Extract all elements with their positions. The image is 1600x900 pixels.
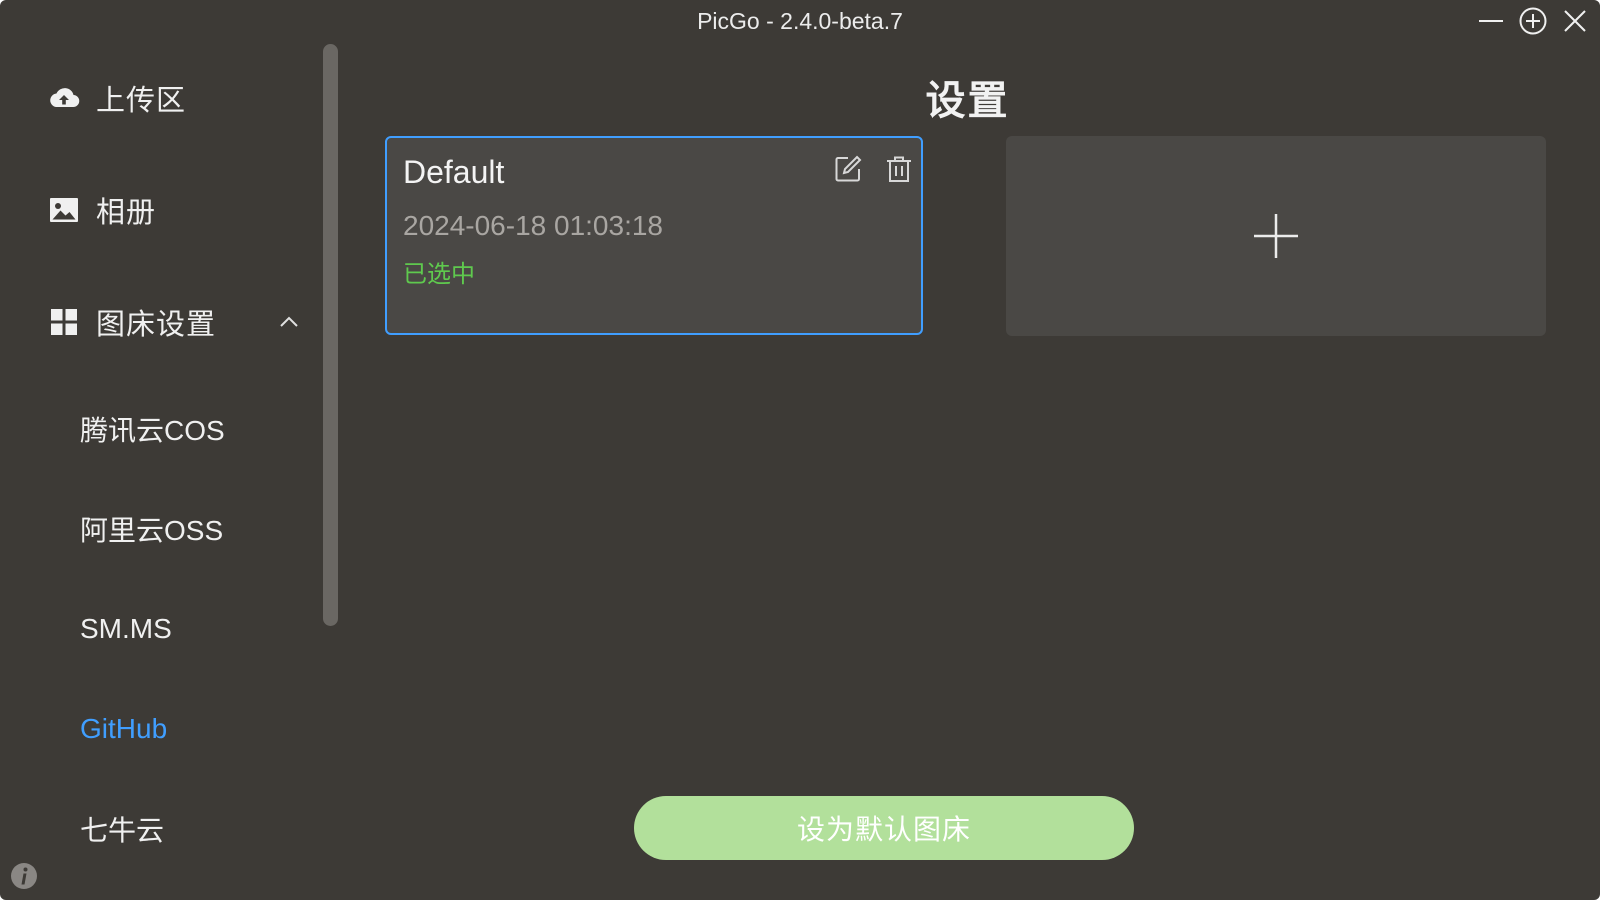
sidebar-subitem-aliyun-oss[interactable]: 阿里云OSS xyxy=(80,509,223,549)
maximize-button[interactable] xyxy=(1518,6,1548,36)
sidebar-scrollbar[interactable] xyxy=(323,44,338,626)
minimize-icon xyxy=(1479,20,1503,22)
sidebar-subitem-github[interactable]: GitHub xyxy=(80,709,167,749)
sidebar-subitem-tencent-cos[interactable]: 腾讯云COS xyxy=(80,409,225,449)
trash-icon xyxy=(887,156,911,182)
delete-button[interactable] xyxy=(884,154,914,184)
edit-icon xyxy=(835,155,862,182)
image-icon xyxy=(48,194,80,226)
title-bar: PicGo - 2.4.0-beta.7 xyxy=(0,0,1600,42)
sidebar-item-picbed-settings[interactable]: 图床设置 xyxy=(48,302,216,342)
edit-button[interactable] xyxy=(833,154,863,184)
info-icon[interactable] xyxy=(9,861,39,891)
sidebar-item-label: 相册 xyxy=(96,197,157,229)
minimize-button[interactable] xyxy=(1476,6,1506,36)
config-date: 2024-06-18 01:03:18 xyxy=(403,210,663,241)
sidebar-subitem-smms[interactable]: SM.MS xyxy=(80,609,172,649)
add-config-button[interactable] xyxy=(1006,136,1546,336)
page-title: 设置 xyxy=(925,79,1010,123)
config-name: Default xyxy=(403,154,505,190)
sidebar-item-label: 图床设置 xyxy=(96,309,217,341)
plus-icon xyxy=(1254,214,1298,258)
window-title: PicGo - 2.4.0-beta.7 xyxy=(697,8,903,34)
config-card-default[interactable]: Default 2024-06-18 01:03:18 已选中 xyxy=(385,136,923,335)
grid-icon xyxy=(48,306,80,338)
status-badge: 已选中 xyxy=(403,261,475,288)
set-default-picbed-button[interactable]: 设为默认图床 xyxy=(634,796,1134,860)
sidebar-subitem-qiniu[interactable]: 七牛云 xyxy=(80,809,164,849)
plus-circle-icon xyxy=(1519,7,1547,35)
close-button[interactable] xyxy=(1560,6,1590,36)
sidebar-item-album[interactable]: 相册 xyxy=(48,190,156,230)
app-window: PicGo - 2.4.0-beta.7 上传区 相册 图床设置 腾讯云COS … xyxy=(0,0,1600,900)
sidebar: 上传区 相册 图床设置 腾讯云COS 阿里云OSS SM.MS GitHub 七… xyxy=(0,42,325,900)
chevron-up-icon[interactable] xyxy=(276,309,302,335)
close-icon xyxy=(1564,10,1586,32)
